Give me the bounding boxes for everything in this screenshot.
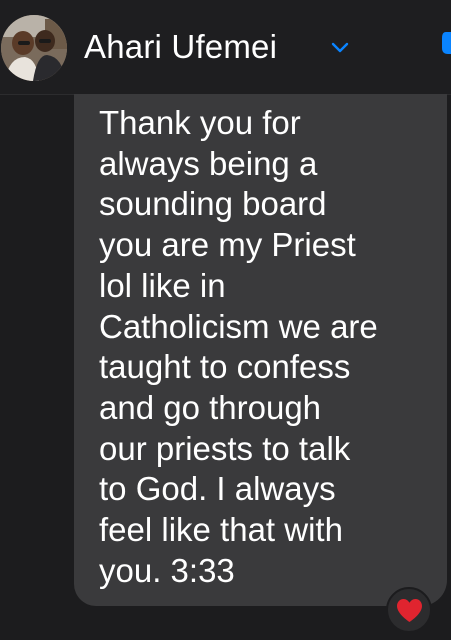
heart-reaction[interactable] xyxy=(386,587,432,633)
chevron-down-icon[interactable] xyxy=(330,39,350,55)
message-text: Thank you for always being a sounding bo… xyxy=(99,104,378,589)
conversation-screen: Ahari Ufemei Thank you for always being … xyxy=(0,0,451,640)
contact-name[interactable]: Ahari Ufemei xyxy=(84,27,277,67)
call-icon[interactable] xyxy=(438,30,451,56)
contact-avatar[interactable] xyxy=(1,15,67,81)
conversation-header: Ahari Ufemei xyxy=(0,0,451,95)
heart-icon xyxy=(397,599,422,622)
avatar-photo xyxy=(1,15,67,81)
